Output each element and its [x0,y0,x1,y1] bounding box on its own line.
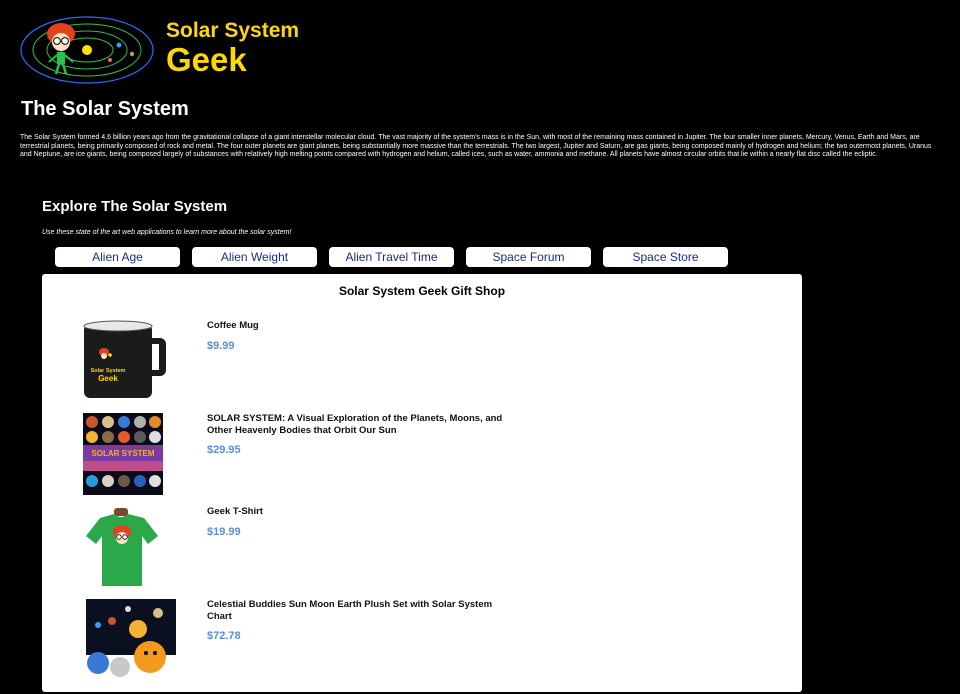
product-item: Celestial Buddies Sun Moon Earth Plush S… [42,599,802,689]
product-item: Geek T-Shirt $19.99 [42,506,802,596]
nav-space-store-button[interactable]: Space Store [603,247,728,267]
book-title-text: SOLAR SYSTEM [91,449,154,458]
gift-shop-title: Solar System Geek Gift Shop [338,284,506,298]
product-price: $19.99 [207,526,241,538]
product-price: $29.95 [207,444,241,456]
brand-name-line1: Solar System [166,19,300,42]
nav-alien-weight-button[interactable]: Alien Weight [192,247,317,267]
product-name[interactable]: SOLAR SYSTEM: A Visual Exploration of th… [207,413,507,436]
gift-shop-panel: Solar System Geek Gift Shop Solar System… [42,274,802,692]
site-header: Solar System Geek [20,12,320,88]
product-name[interactable]: Celestial Buddies Sun Moon Earth Plush S… [207,599,507,622]
book-image-icon[interactable]: SOLAR SYSTEM [78,413,168,495]
mug-logo-line2: Geek [98,374,118,383]
product-name[interactable]: Geek T-Shirt [207,506,507,518]
mug-image-icon[interactable]: Solar System Geek [78,320,168,402]
explore-heading: Explore The Solar System [42,198,228,215]
brand-name-line2: Geek [166,41,247,78]
page-title: The Solar System [21,98,189,120]
plush-set-image-icon[interactable] [68,599,178,681]
product-price: $9.99 [207,340,235,352]
app-nav: Alien Age Alien Weight Alien Travel Time… [55,247,728,267]
nav-alien-age-button[interactable]: Alien Age [55,247,180,267]
explore-subtitle: Use these state of the art web applicati… [42,229,292,236]
product-item: Solar System Geek Coffee Mug $9.99 [42,320,802,410]
intro-paragraph: The Solar System formed 4.6 billion year… [20,134,932,159]
product-name[interactable]: Coffee Mug [207,320,507,332]
geek-orbit-logo-icon[interactable] [20,12,156,86]
nav-alien-travel-time-button[interactable]: Alien Travel Time [329,247,454,267]
nav-space-forum-button[interactable]: Space Forum [466,247,591,267]
product-price: $72.78 [207,630,241,642]
product-item: SOLAR SYSTEM SOLAR SYSTEM: A Visual Expl… [42,413,802,503]
tshirt-image-icon[interactable] [78,506,168,588]
